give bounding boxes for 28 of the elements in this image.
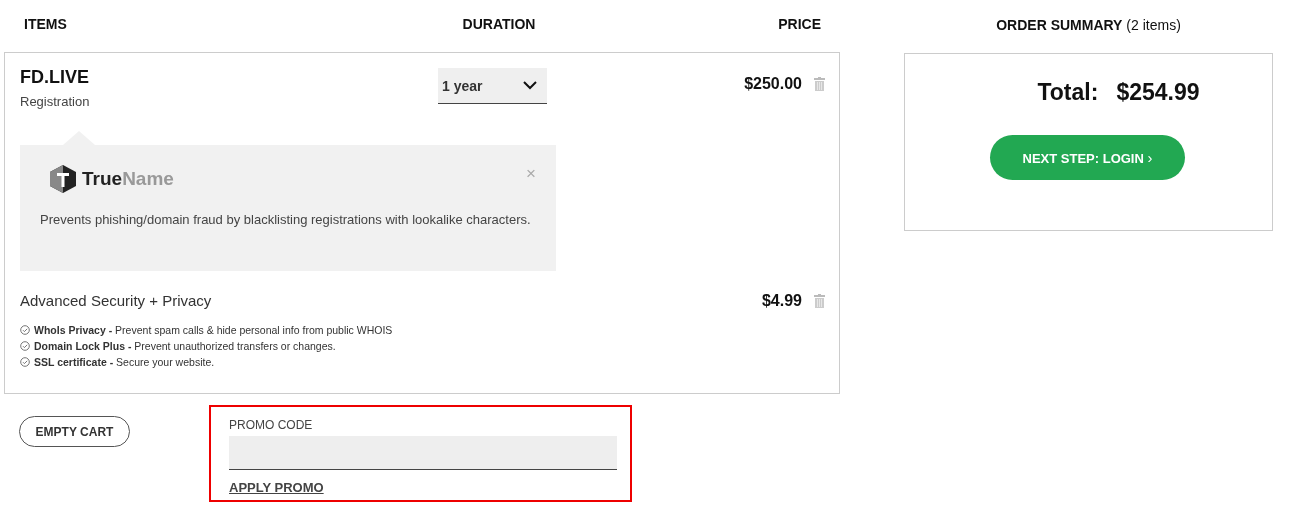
column-header: DURATION (461, 16, 537, 32)
column-header: ITEMS (24, 16, 68, 32)
duration-dropdown[interactable]: 1 year (438, 68, 547, 104)
feature-text: WhoIs Privacy - Prevent spam calls & hide personal info from public WHOIS (34, 324, 393, 336)
brand-name: TrueName (82, 168, 174, 190)
check-circle-icon (20, 325, 30, 335)
check-circle-icon (20, 341, 30, 351)
chevron-down-icon (523, 81, 537, 90)
trash-icon[interactable] (814, 77, 825, 91)
empty-cart-button[interactable]: EMPTY CART (19, 416, 130, 447)
promo-code-field[interactable] (229, 436, 617, 470)
check-circle-icon (20, 357, 30, 367)
feature-text: SSL certificate - Secure your website. (34, 356, 215, 368)
item-price: $250.00 (744, 75, 802, 93)
logo-icon (50, 165, 76, 193)
summary-title: ORDER SUMMARY (2 items) (995, 16, 1182, 35)
feature-text: Domain Lock Plus - Prevent unauthorized transfers or changes. (34, 340, 336, 352)
total-label: Total: (1037, 79, 1099, 106)
domain-name: FD.LIVE (20, 67, 90, 88)
notice-text: Prevents phishing/domain fraud by blacklisting registrations with lookalike characters. (40, 211, 532, 229)
trash-icon[interactable] (814, 294, 825, 308)
column-header: PRICE (778, 16, 821, 32)
addon-name: Advanced Security + Privacy (20, 292, 212, 309)
total-amount: $254.99 (1116, 79, 1200, 106)
item-subtitle: Registration (20, 94, 91, 109)
item-price: $4.99 (761, 292, 802, 310)
field-label: PROMO CODE (229, 418, 314, 432)
apply-promo-link[interactable]: APPLY PROMO (229, 480, 324, 495)
